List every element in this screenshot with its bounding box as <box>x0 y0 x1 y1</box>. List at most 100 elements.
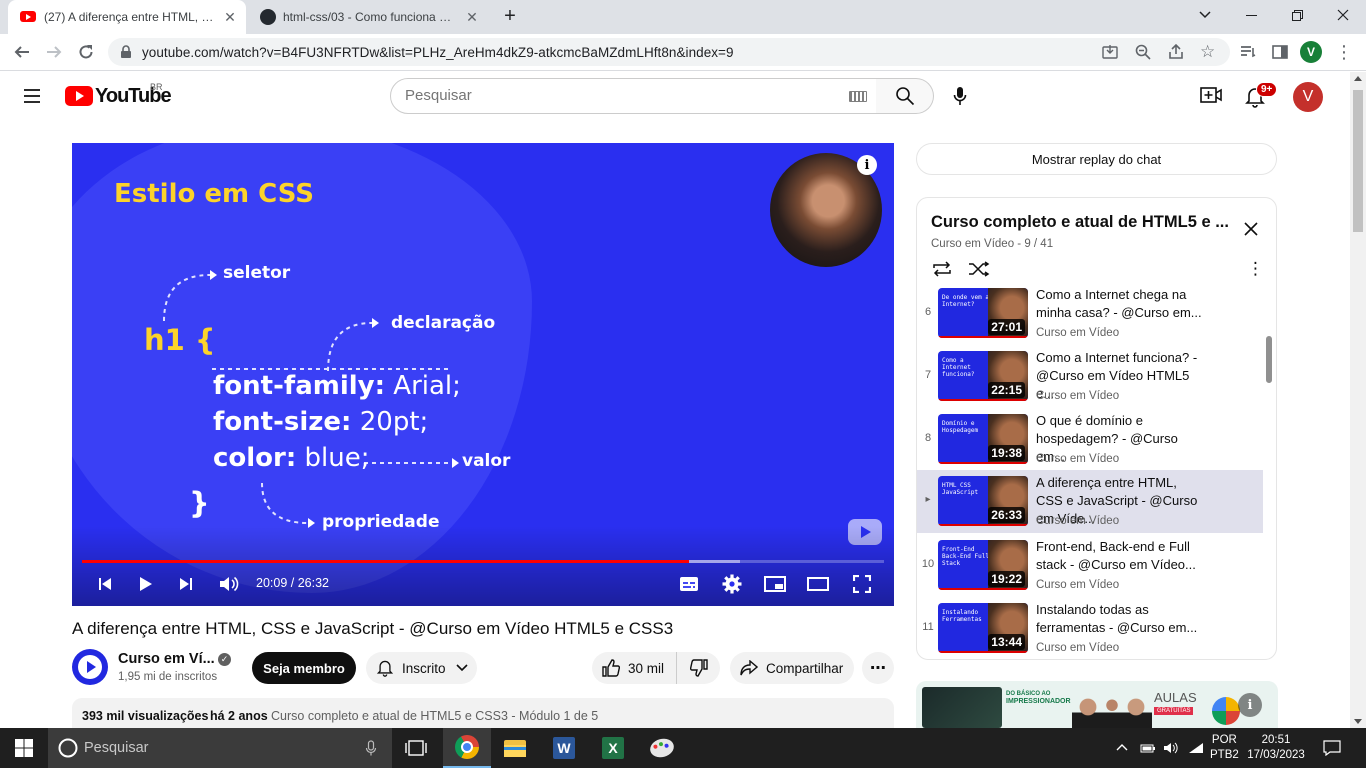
playlist-item[interactable]: 6 De onde vem a Internet? 27:01 Como a I… <box>917 287 1263 351</box>
clock[interactable]: 20:51 17/03/2023 <box>1246 733 1306 763</box>
ad-line-2: IMPRESSIONADOR <box>1006 698 1071 705</box>
back-icon[interactable] <box>10 40 34 64</box>
show-hidden-icons-chevron-icon[interactable] <box>1116 743 1128 751</box>
channel-name[interactable]: Curso em Ví... <box>118 651 215 667</box>
playlist-link[interactable]: Curso completo e atual de HTML5 e CSS3 -… <box>271 709 598 723</box>
minimize-icon[interactable] <box>1228 0 1274 30</box>
loop-icon[interactable] <box>931 261 953 277</box>
new-tab-button[interactable]: + <box>498 5 522 29</box>
guide-menu-icon[interactable] <box>22 88 42 104</box>
task-view-icon[interactable] <box>392 728 440 768</box>
page-scrollbar[interactable] <box>1350 72 1366 728</box>
clock-time: 20:51 <box>1261 734 1291 746</box>
ad-badge-2: GRATUITAS <box>1154 707 1194 715</box>
close-tab-icon[interactable]: ✕ <box>222 9 238 25</box>
like-button[interactable]: 30 mil <box>592 652 676 684</box>
volume-icon[interactable] <box>215 572 243 596</box>
bell-icon <box>376 660 394 677</box>
browser-toolbar: youtube.com/watch?v=B4FU3NFRTDw&list=PLH… <box>0 34 1366 71</box>
playlist-item[interactable]: 7 Como a Internet funciona? 22:15 Como a… <box>917 350 1263 414</box>
close-tab-icon[interactable]: ✕ <box>464 9 480 25</box>
playlist-menu-icon[interactable]: ⋮ <box>1247 260 1264 277</box>
close-playlist-icon[interactable] <box>1244 222 1258 236</box>
language-indicator[interactable]: POR PTB2 <box>1210 733 1239 763</box>
taskbar-search-box[interactable]: Pesquisar <box>48 728 392 768</box>
ad-logo-icon <box>1212 697 1240 725</box>
show-chat-replay-button[interactable]: Mostrar replay do chat <box>916 143 1277 175</box>
item-duration: 19:22 <box>988 571 1025 587</box>
restore-icon[interactable] <box>1274 0 1320 30</box>
join-button[interactable]: Seja membro <box>252 652 356 684</box>
windows-start-icon[interactable] <box>0 728 48 768</box>
account-avatar[interactable]: V <box>1293 82 1323 112</box>
playlist-item[interactable]: 11 Instalando Ferramentas 13:44 Instalan… <box>917 602 1263 659</box>
subscribed-button[interactable]: Inscrito <box>366 652 477 684</box>
word-icon[interactable]: W <box>540 728 588 768</box>
reading-list-icon[interactable] <box>1236 40 1260 64</box>
profile-avatar[interactable]: V <box>1300 41 1322 63</box>
youtube-logo[interactable]: YouTube BR <box>65 82 172 107</box>
playlist-title[interactable]: Curso completo e atual de HTML5 e ... <box>931 213 1229 232</box>
info-icon[interactable]: i <box>857 155 877 175</box>
create-video-icon[interactable] <box>1200 86 1222 104</box>
address-bar[interactable]: youtube.com/watch?v=B4FU3NFRTDw&list=PLH… <box>108 38 1230 66</box>
search-button[interactable] <box>876 78 934 114</box>
lock-icon[interactable] <box>120 45 132 59</box>
scroll-down-arrow-icon[interactable] <box>1354 719 1362 724</box>
share-icon[interactable] <box>1168 44 1184 60</box>
chrome-taskbar-icon[interactable] <box>443 728 491 768</box>
keyboard-layout: PTB2 <box>1210 749 1239 761</box>
excel-icon[interactable]: X <box>589 728 637 768</box>
ad-info-icon[interactable]: i <box>1238 693 1262 717</box>
playlist-items: 6 De onde vem a Internet? 27:01 Como a I… <box>917 286 1263 659</box>
playlist-item[interactable]: 8 Domínio e Hospedagem 19:38 O que é dom… <box>917 413 1263 477</box>
tab-search-icon[interactable] <box>1182 0 1228 30</box>
scrollbar-thumb[interactable] <box>1353 90 1363 232</box>
channel-avatar[interactable] <box>72 649 108 685</box>
fullscreen-icon[interactable] <box>848 572 876 596</box>
chrome-menu-icon[interactable]: ⋮ <box>1332 40 1356 64</box>
video-player[interactable]: Estilo em CSS seletor declaração h1 { fo… <box>72 143 894 606</box>
zoom-icon[interactable] <box>1135 44 1151 60</box>
miniplayer-icon[interactable] <box>761 572 789 596</box>
tab-github[interactable]: html-css/03 - Como funciona HTI ✕ <box>248 0 488 34</box>
dislike-button[interactable] <box>676 652 720 684</box>
playlist-item[interactable]: 10 Front-End Back-End Full Stack 19:22 F… <box>917 539 1263 603</box>
item-duration: 22:15 <box>988 382 1025 398</box>
share-button[interactable]: Compartilhar <box>730 652 854 684</box>
wifi-icon[interactable] <box>1188 742 1204 754</box>
side-panel-icon[interactable] <box>1268 40 1292 64</box>
playlist-item-current[interactable]: ▸ HTML CSS JavaScript 26:33 A diferença … <box>917 470 1263 533</box>
reload-icon[interactable] <box>74 40 98 64</box>
action-center-icon[interactable] <box>1323 740 1341 756</box>
microphone-icon[interactable] <box>365 740 377 757</box>
voice-search-button[interactable] <box>946 82 974 110</box>
file-explorer-icon[interactable] <box>491 728 539 768</box>
volume-tray-icon[interactable] <box>1163 742 1179 754</box>
tab-youtube[interactable]: (27) A diferença entre HTML, CSS ✕ <box>8 0 246 34</box>
close-window-icon[interactable] <box>1320 0 1366 30</box>
ad-banner[interactable]: DO BÁSICO AO IMPRESSIONADOR AULAS GRATUI… <box>916 681 1278 728</box>
item-duration: 26:33 <box>988 507 1025 523</box>
playlist-scrollbar-thumb[interactable] <box>1266 336 1272 383</box>
keyboard-icon[interactable] <box>849 91 867 102</box>
scroll-up-arrow-icon[interactable] <box>1354 76 1362 81</box>
next-button[interactable] <box>172 572 200 596</box>
bookmark-star-icon[interactable]: ☆ <box>1200 43 1215 60</box>
settings-gear-icon[interactable] <box>718 572 746 596</box>
item-thumbnail: De onde vem a Internet? 27:01 <box>938 288 1028 338</box>
forward-icon[interactable] <box>42 40 66 64</box>
more-actions-button[interactable]: ⋯ <box>862 652 894 684</box>
video-progress-bar[interactable] <box>82 560 884 563</box>
shuffle-icon[interactable] <box>968 261 990 277</box>
search-input[interactable] <box>405 87 835 104</box>
paint-icon[interactable] <box>638 728 686 768</box>
item-index: 10 <box>921 558 935 570</box>
battery-icon[interactable] <box>1140 742 1156 754</box>
play-button[interactable] <box>132 572 160 596</box>
install-app-icon[interactable] <box>1102 44 1118 60</box>
subtitles-icon[interactable] <box>675 572 703 596</box>
thumbs-down-icon <box>689 659 708 677</box>
previous-button[interactable] <box>91 572 119 596</box>
theater-mode-icon[interactable] <box>804 572 832 596</box>
